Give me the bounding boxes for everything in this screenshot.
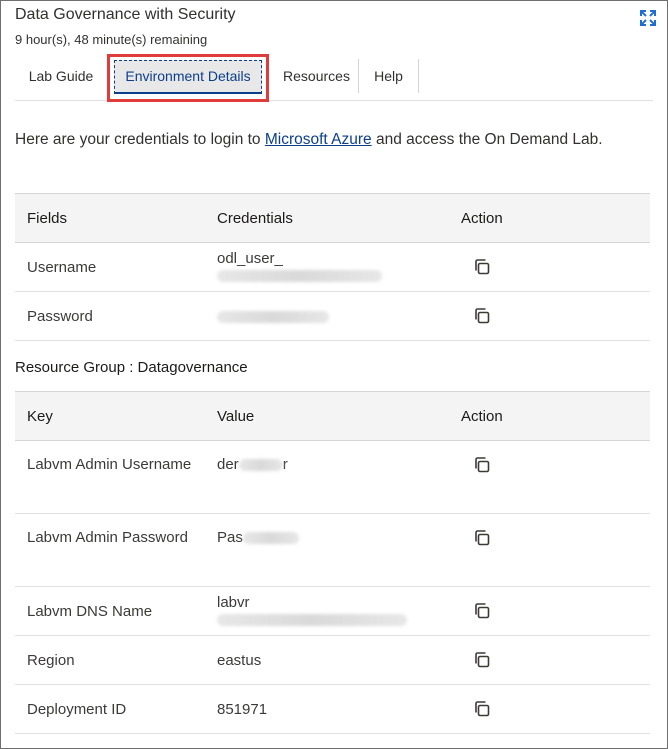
redacted-value [217, 270, 382, 283]
header-credentials: Credentials [205, 193, 449, 243]
action-cell [449, 291, 650, 341]
table-row: Labvm Admin Username der r [15, 440, 650, 514]
action-cell [449, 440, 650, 514]
table-row: Password [15, 291, 650, 341]
key-region: Region [15, 635, 205, 685]
value-labvm-admin-password[interactable]: Pas [205, 513, 449, 587]
table-row: Deployment ID 851971 [15, 684, 650, 734]
value-deployment-id[interactable]: 851971 [205, 684, 449, 734]
intro-after: and access the On Demand Lab. [371, 131, 603, 148]
tab-resources[interactable]: Resources [275, 59, 359, 93]
resource-group-label: Resource Group : Datagovernance [15, 359, 248, 376]
tab-help[interactable]: Help [359, 59, 419, 93]
table-row: Username odl_user_ [15, 242, 650, 292]
key-labvm-dns-name: Labvm DNS Name [15, 586, 205, 636]
table-row: Labvm DNS Name labvr [15, 586, 650, 636]
copy-icon[interactable] [473, 651, 491, 669]
value-region[interactable]: eastus [205, 635, 449, 685]
credential-password[interactable] [205, 291, 449, 341]
credential-username[interactable]: odl_user_ [205, 242, 449, 292]
tab-bar: Lab Guide Environment Details Resources … [15, 54, 653, 102]
redacted-value [217, 614, 407, 627]
microsoft-azure-link[interactable]: Microsoft Azure [265, 131, 372, 148]
tab-environment-details[interactable]: Environment Details [114, 60, 262, 94]
action-cell [449, 242, 650, 292]
value-prefix: labvr [217, 594, 250, 611]
table-row: Region eastus [15, 635, 650, 685]
redacted-value [242, 532, 299, 545]
copy-icon[interactable] [473, 602, 491, 620]
value-prefix: der [217, 456, 239, 473]
copy-icon[interactable] [473, 700, 491, 718]
action-cell [449, 635, 650, 685]
action-cell [449, 684, 650, 734]
copy-icon[interactable] [473, 456, 491, 474]
header-key: Key [15, 391, 205, 441]
lab-title: Data Governance with Security [15, 6, 236, 23]
redacted-value [238, 459, 283, 472]
value-labvm-admin-username[interactable]: der r [205, 440, 449, 514]
username-prefix: odl_user_ [217, 250, 283, 267]
value-suffix: r [282, 456, 288, 473]
key-labvm-admin-username: Labvm Admin Username [15, 440, 205, 514]
action-cell [449, 586, 650, 636]
header-value: Value [205, 391, 449, 441]
value-labvm-dns-name[interactable]: labvr [205, 586, 449, 636]
redacted-value [217, 310, 329, 323]
expand-icon[interactable] [639, 9, 657, 27]
header-action: Action [449, 193, 650, 243]
copy-icon[interactable] [473, 258, 491, 276]
value-prefix: Pas [217, 529, 243, 546]
resource-header-row: Key Value Action [15, 391, 650, 441]
intro-before: Here are your credentials to login to [15, 131, 265, 148]
action-cell [449, 513, 650, 587]
intro-text: Here are your credentials to login to Mi… [15, 131, 603, 149]
key-deployment-id: Deployment ID [15, 684, 205, 734]
resource-group-table: Key Value Action Labvm Admin Username de… [15, 391, 650, 734]
copy-icon[interactable] [473, 307, 491, 325]
header-action: Action [449, 391, 650, 441]
time-remaining: 9 hour(s), 48 minute(s) remaining [15, 32, 208, 47]
lab-panel: Data Governance with Security 9 hour(s),… [0, 0, 668, 749]
credentials-header-row: Fields Credentials Action [15, 193, 650, 243]
key-labvm-admin-password: Labvm Admin Password [15, 513, 205, 587]
field-password: Password [15, 291, 205, 341]
field-username: Username [15, 242, 205, 292]
highlight-box: Environment Details [107, 54, 269, 102]
copy-icon[interactable] [473, 529, 491, 547]
header-fields: Fields [15, 193, 205, 243]
tab-lab-guide[interactable]: Lab Guide [15, 59, 107, 93]
credentials-table: Fields Credentials Action Username odl_u… [15, 193, 650, 341]
table-row: Labvm Admin Password Pas [15, 513, 650, 587]
